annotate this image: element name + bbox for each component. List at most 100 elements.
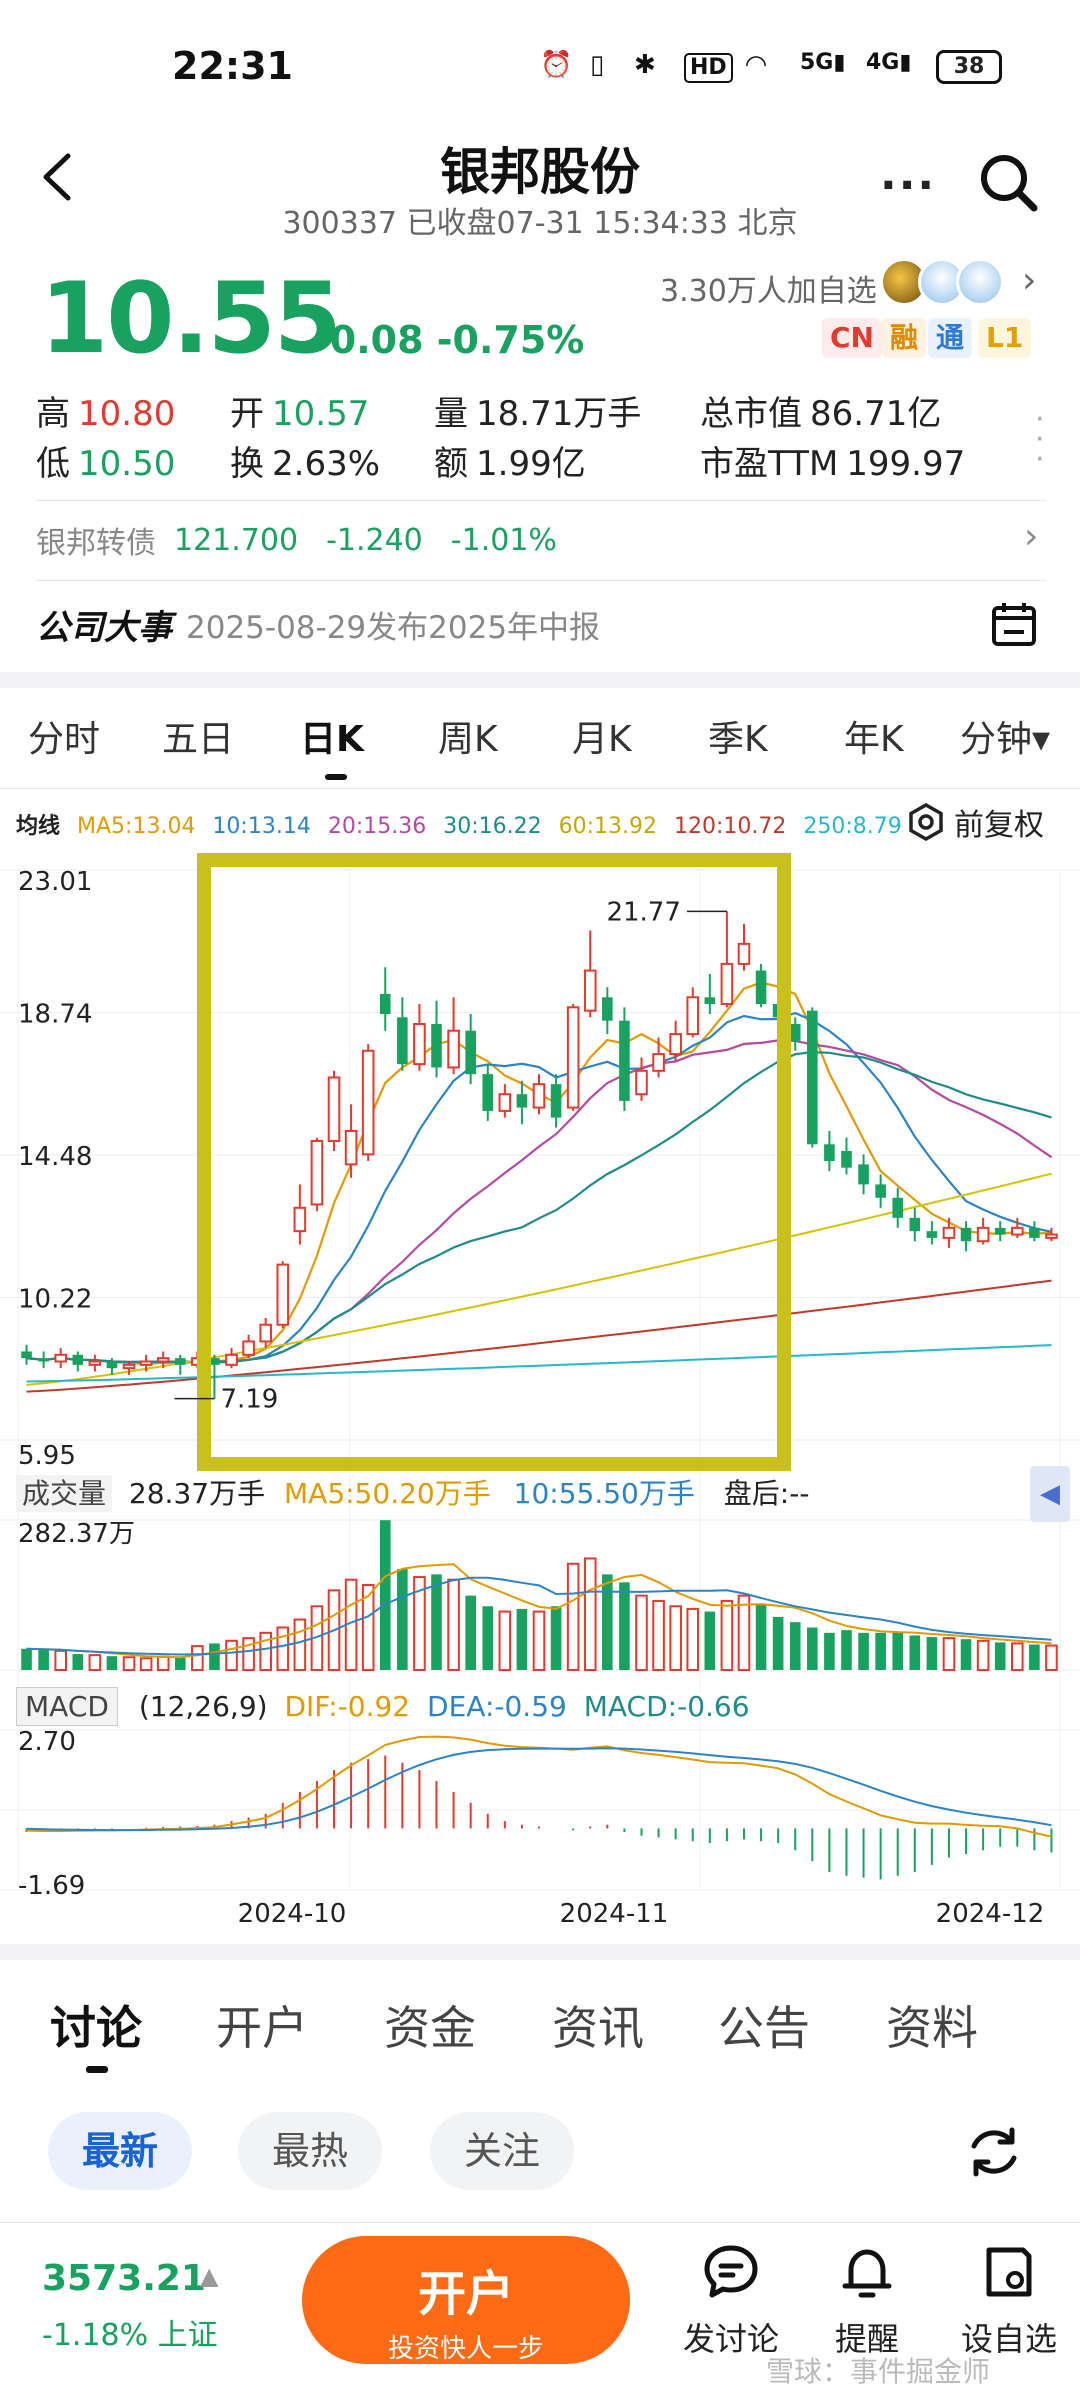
ma20-value: 20:15.36 xyxy=(327,814,427,839)
volume-bar xyxy=(976,1639,990,1672)
filter-hot[interactable]: 最热 xyxy=(238,2112,383,2190)
tab-open-account[interactable]: 开户 xyxy=(216,1992,308,2058)
bell-icon xyxy=(842,2249,892,2298)
candle-body xyxy=(858,1164,869,1185)
candle-body xyxy=(824,1144,835,1162)
price-axis-label: 10.22 xyxy=(18,1285,92,1315)
tab-discussion[interactable]: 讨论 xyxy=(50,1992,142,2058)
volume-bar xyxy=(379,1520,391,1670)
macd-label[interactable]: MACD xyxy=(16,1687,118,1726)
convertible-bond-row[interactable]: 银邦转债 121.700 -1.240 -1.01% xyxy=(36,518,557,562)
volume-bar xyxy=(482,1606,494,1670)
search-icon[interactable] xyxy=(976,150,1040,214)
company-events-row[interactable]: 公司大事 2025-08-29发布2025年中报 xyxy=(36,600,600,649)
candle-body xyxy=(431,1024,442,1068)
volume-bar xyxy=(807,1627,818,1670)
status-bar: 22:31 ⏰ ▯ ✱ HD ◠ 5G▮ 4G▮ 38 xyxy=(0,0,1080,130)
tab-daily-k[interactable]: 日K xyxy=(300,710,364,762)
more-stats-icon[interactable]: · · · xyxy=(1035,405,1047,475)
adjust-button[interactable]: 前复权 xyxy=(906,800,1044,844)
volume-bar xyxy=(926,1637,938,1670)
candle-body xyxy=(516,1094,528,1108)
volume-bar xyxy=(635,1594,648,1672)
tab-five-day[interactable]: 五日 xyxy=(162,710,234,762)
index-value[interactable]: 3573.21 xyxy=(42,2258,206,2299)
volume-ma5: MA5:50.20万手 xyxy=(284,1477,491,1510)
tab-monthly-k[interactable]: 月K xyxy=(572,710,632,762)
volume-label: 成交量 xyxy=(16,1475,113,1512)
filter-latest[interactable]: 最新 xyxy=(48,2112,193,2190)
price-axis-label: 14.48 xyxy=(18,1142,92,1172)
ma5-value: MA5:13.04 xyxy=(77,814,196,839)
volume-bar xyxy=(602,1574,613,1670)
volume-ma10: 10:55.50万手 xyxy=(513,1477,695,1510)
filter-following[interactable]: 关注 xyxy=(430,2112,575,2190)
volume-bar xyxy=(875,1632,886,1670)
volume-bar xyxy=(824,1632,835,1670)
candle-body xyxy=(259,1323,272,1343)
macd-axis-top-label: 2.70 xyxy=(18,1727,76,1757)
bond-change: -1.240 xyxy=(326,522,423,558)
volume-bar xyxy=(994,1642,1006,1670)
candle-body xyxy=(413,1023,426,1066)
candle-body xyxy=(635,1069,648,1096)
volume-bar xyxy=(1045,1644,1058,1671)
tab-quarterly-k[interactable]: 季K xyxy=(708,710,768,762)
hd-icon: HD xyxy=(684,53,733,83)
price-alert-button[interactable]: 提醒 xyxy=(812,2242,922,2360)
tab-minute[interactable]: 分钟▾ xyxy=(960,710,1050,762)
more-options-icon[interactable]: ··· xyxy=(880,160,936,211)
tag-connect: 通 xyxy=(928,318,973,358)
ma-legend: 均线 MA5:13.04 10:13.14 20:15.36 30:16.22 … xyxy=(16,808,912,840)
post-discussion-button[interactable]: 发讨论 xyxy=(676,2242,786,2360)
settings-hex-icon xyxy=(909,802,943,842)
volume-axis-label: 282.37万 xyxy=(18,1519,135,1549)
alarm-icon: ⏰ xyxy=(540,50,573,80)
vibrate-icon: ▯ xyxy=(590,50,605,80)
volume-bar xyxy=(841,1630,852,1670)
volume-bar xyxy=(259,1631,272,1672)
chevron-right-icon[interactable]: › xyxy=(1024,516,1038,557)
candle-body xyxy=(498,1093,512,1112)
candle-body xyxy=(669,1033,682,1056)
followers-count[interactable]: 3.30万人加自选 xyxy=(660,266,877,310)
candle-body xyxy=(397,1017,408,1065)
candle-body xyxy=(1045,1233,1058,1239)
macd-value: MACD:-0.66 xyxy=(583,1690,750,1723)
macd-dif-line xyxy=(26,1735,1052,1838)
index-change[interactable]: -1.18% 上证 xyxy=(42,2310,218,2354)
tab-funds[interactable]: 资金 xyxy=(384,1992,476,2058)
chevron-right-icon[interactable]: › xyxy=(1022,260,1036,301)
tab-weekly-k[interactable]: 周K xyxy=(438,710,498,762)
x-axis-label: 2024-12 xyxy=(936,1899,1045,1929)
volume-bar xyxy=(755,1603,767,1670)
candle-body xyxy=(21,1351,32,1359)
price-axis-label: 18.74 xyxy=(18,1000,92,1030)
ma120-value: 120:10.72 xyxy=(674,814,787,839)
volume-bar xyxy=(720,1599,734,1671)
price-change: -0.08 -0.75% xyxy=(314,318,585,362)
tab-profile[interactable]: 资料 xyxy=(886,1992,978,2058)
refresh-icon[interactable] xyxy=(962,2120,1026,2184)
follower-avatars[interactable] xyxy=(880,258,1010,306)
collapse-toggle-icon[interactable]: ◀ xyxy=(1030,1466,1070,1522)
open-account-title: 开户 xyxy=(417,2266,514,2322)
kline-chart[interactable]: 23.01 18.74 14.48 10.22 5.95 21.77 7.19 282.37万… xyxy=(0,850,1080,1930)
calendar-icon[interactable] xyxy=(990,600,1038,648)
macd-axis-bottom-label: -1.69 xyxy=(18,1871,85,1901)
candle-body xyxy=(1029,1227,1040,1238)
volume-bar xyxy=(465,1595,476,1670)
volume-bar xyxy=(516,1608,528,1670)
candle-body xyxy=(789,1024,801,1041)
active-tab-indicator xyxy=(325,774,347,780)
tab-yearly-k[interactable]: 年K xyxy=(844,710,904,762)
open-account-button[interactable]: 开户 投资快人一步 xyxy=(302,2236,630,2364)
tab-news[interactable]: 资讯 xyxy=(552,1992,644,2058)
candle-body xyxy=(106,1361,118,1369)
stat-market-cap: 总市值 86.71亿 xyxy=(700,394,942,434)
candle-body xyxy=(174,1358,186,1365)
watchlist-settings-button[interactable]: 设自选 xyxy=(954,2242,1064,2360)
tab-announcements[interactable]: 公告 xyxy=(718,1992,810,2058)
tab-intraday[interactable]: 分时 xyxy=(28,710,100,762)
volume-bar xyxy=(960,1639,972,1670)
